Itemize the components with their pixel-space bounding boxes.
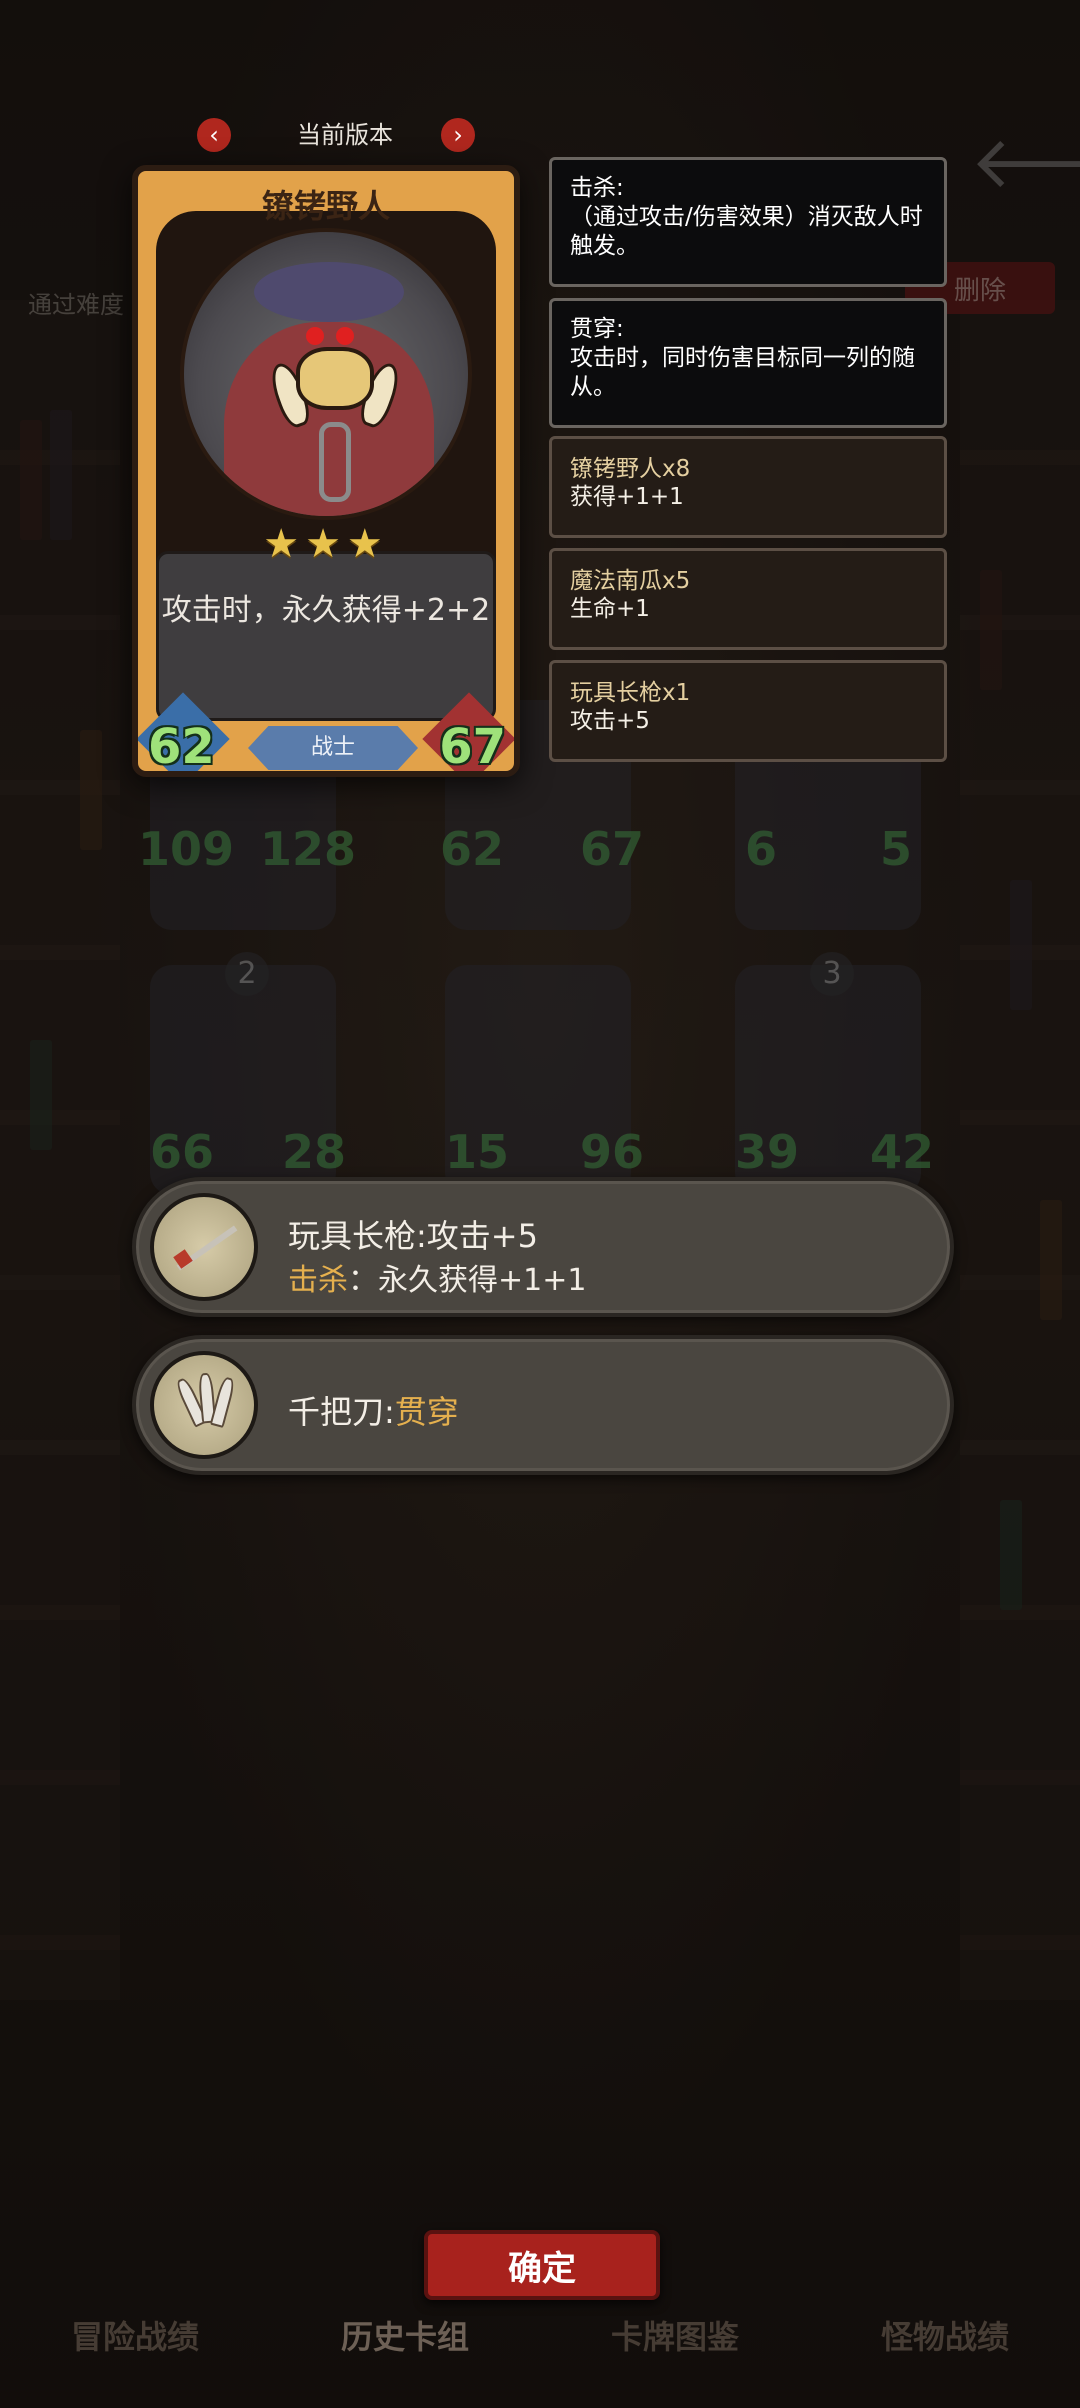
buff-source-name: 玩具长枪x1 bbox=[570, 680, 691, 706]
equipment-effect: 击杀：永久获得+1+1 bbox=[288, 1255, 586, 1299]
keyword-tooltip-kill: 击杀: （通过攻击/伤害效果）消灭敌人时触发。 bbox=[549, 157, 947, 287]
ogre-hat bbox=[254, 262, 404, 322]
buff-source-effect: 生命+1 bbox=[570, 596, 650, 622]
ogre-mouth bbox=[296, 347, 374, 410]
tooltip-title: 击杀: bbox=[570, 175, 624, 201]
toy-spear-icon bbox=[150, 1193, 258, 1301]
equipment-name: 玩具长枪:攻击+5 bbox=[288, 1217, 538, 1255]
card-health: 67 bbox=[439, 719, 506, 775]
bottom-tab-bar: 冒险战绩 历史卡组 卡牌图鉴 怪物战绩 bbox=[0, 2300, 1080, 2370]
equipment-row-toy-spear[interactable]: 玩具长枪:攻击+5 击杀：永久获得+1+1 bbox=[132, 1177, 954, 1317]
screen: 通过难度 删除 🡐 109 128 62 67 6 5 2 66 28 15 9… bbox=[0, 0, 1080, 2408]
card-description-box bbox=[156, 551, 496, 721]
confirm-button[interactable]: 确定 bbox=[424, 2230, 660, 2300]
buff-source-item: 镣铐野人x8 获得+1+1 bbox=[549, 436, 947, 538]
chevron-right-icon: › bbox=[453, 121, 463, 149]
card-portrait bbox=[180, 228, 472, 520]
card-class-badge: 战士 bbox=[248, 726, 418, 770]
unit-card: 镣铐野人 ★★★ 攻击时，永久获得+2+2 62 67 战士 bbox=[132, 165, 520, 777]
star-rating: ★★★ bbox=[263, 521, 389, 567]
buff-source-effect: 获得+1+1 bbox=[570, 484, 684, 510]
buff-source-item: 玩具长枪x1 攻击+5 bbox=[549, 660, 947, 762]
ogre-eye-right bbox=[336, 327, 354, 345]
knives-icon bbox=[150, 1351, 258, 1459]
next-version-button[interactable]: › bbox=[441, 118, 475, 152]
tooltip-body: 攻击时，同时伤害目标同一列的随从。 bbox=[570, 345, 915, 400]
tab-monster-record[interactable]: 怪物战绩 bbox=[881, 2312, 1009, 2358]
buff-source-item: 魔法南瓜x5 生命+1 bbox=[549, 548, 947, 650]
tooltip-body: （通过攻击/伤害效果）消灭敌人时触发。 bbox=[570, 204, 923, 259]
tab-card-collection[interactable]: 卡牌图鉴 bbox=[611, 2312, 739, 2358]
keyword-kill: 击杀 bbox=[288, 1263, 348, 1298]
tooltip-title: 贯穿: bbox=[570, 316, 624, 342]
buff-source-effect: 攻击+5 bbox=[570, 708, 650, 734]
keyword-tooltip-pierce: 贯穿: 攻击时，同时伤害目标同一列的随从。 bbox=[549, 298, 947, 428]
keyword-pierce: 贯穿 bbox=[394, 1393, 459, 1431]
card-attack: 62 bbox=[148, 719, 215, 775]
equipment-name-text: 千把刀: bbox=[288, 1393, 395, 1431]
chain-icon bbox=[319, 422, 351, 502]
version-title: 当前版本 bbox=[297, 121, 393, 149]
card-description: 攻击时，永久获得+2+2 bbox=[161, 593, 491, 628]
tab-adventure-record[interactable]: 冒险战绩 bbox=[71, 2312, 199, 2358]
buff-source-name: 镣铐野人x8 bbox=[570, 456, 691, 482]
chevron-left-icon: ‹ bbox=[209, 121, 219, 149]
equipment-effect-text: ：永久获得+1+1 bbox=[348, 1263, 587, 1298]
buff-source-name: 魔法南瓜x5 bbox=[570, 568, 691, 594]
tab-history-decks[interactable]: 历史卡组 bbox=[341, 2312, 469, 2358]
equipment-name: 千把刀:贯穿 bbox=[288, 1387, 459, 1433]
equipment-row-thousand-knives[interactable]: 千把刀:贯穿 bbox=[132, 1335, 954, 1475]
prev-version-button[interactable]: ‹ bbox=[197, 118, 231, 152]
card-name: 镣铐野人 bbox=[261, 187, 390, 225]
ogre-eye-left bbox=[306, 327, 324, 345]
